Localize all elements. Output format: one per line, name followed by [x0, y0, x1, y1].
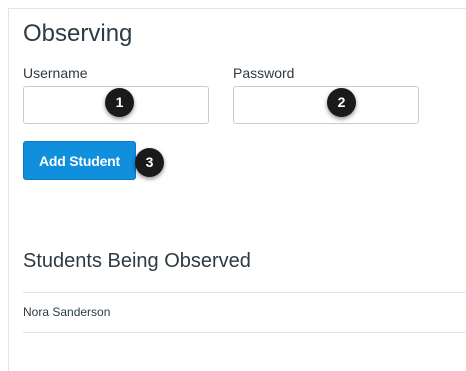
student-name: Nora Sanderson	[23, 305, 111, 319]
callout-badge-2: 2	[327, 88, 356, 117]
divider	[23, 332, 466, 333]
callout-badge-1: 1	[105, 88, 134, 117]
add-student-button[interactable]: Add Student	[23, 141, 136, 180]
username-label: Username	[23, 65, 88, 81]
page-title: Observing	[23, 20, 133, 47]
callout-badge-3: 3	[135, 148, 164, 177]
password-label: Password	[233, 65, 295, 81]
list-item: Nora Sanderson	[23, 293, 466, 332]
students-section-title: Students Being Observed	[23, 250, 251, 272]
password-input[interactable]	[233, 86, 419, 124]
